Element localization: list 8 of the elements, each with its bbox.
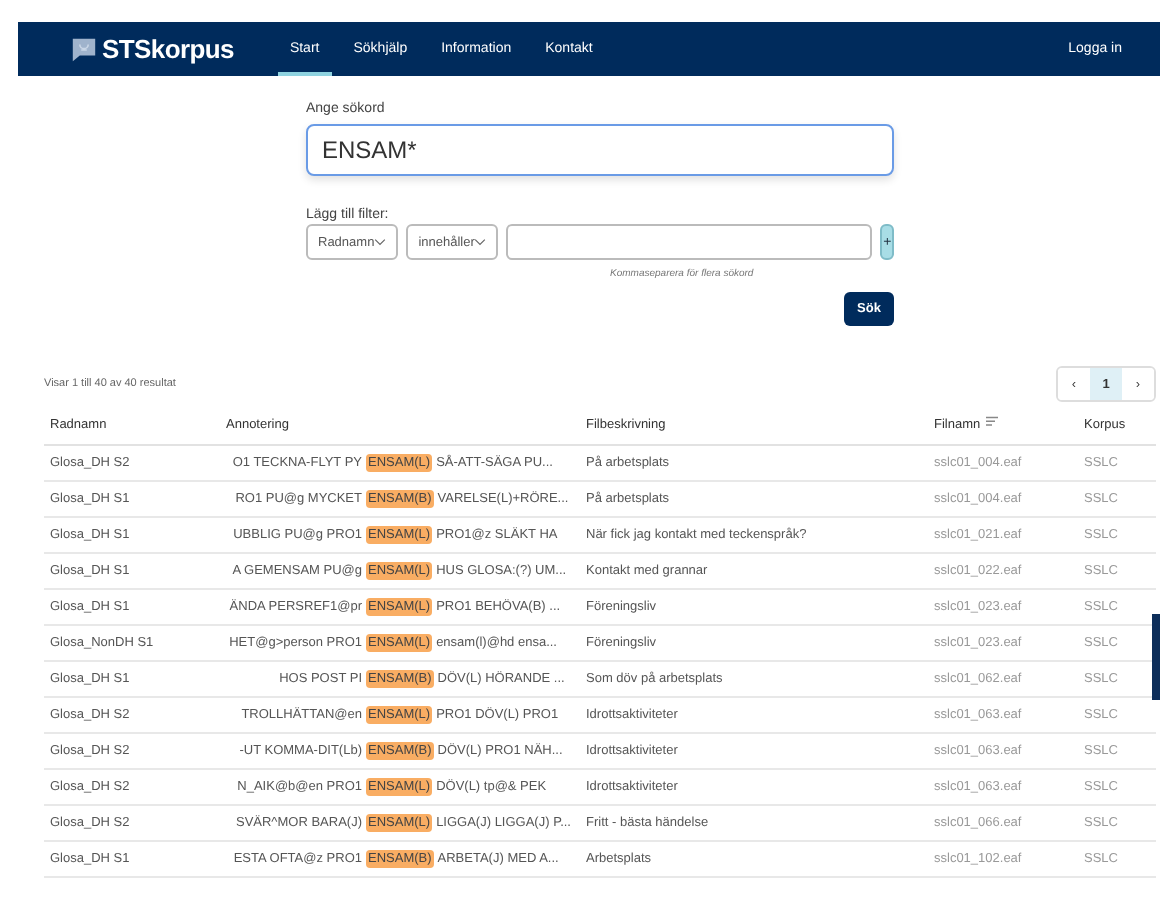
search-field[interactable]: ENSAM*: [306, 124, 894, 176]
side-tab[interactable]: [1152, 614, 1160, 700]
sort-icon[interactable]: [986, 416, 999, 428]
chevron-icon: [474, 238, 487, 246]
filter-value-field[interactable]: [506, 224, 873, 260]
chevron-icon: [374, 238, 387, 246]
logo-text[interactable]: STSkorpus: [102, 34, 234, 64]
speech-bubble-icon: [70, 35, 98, 63]
